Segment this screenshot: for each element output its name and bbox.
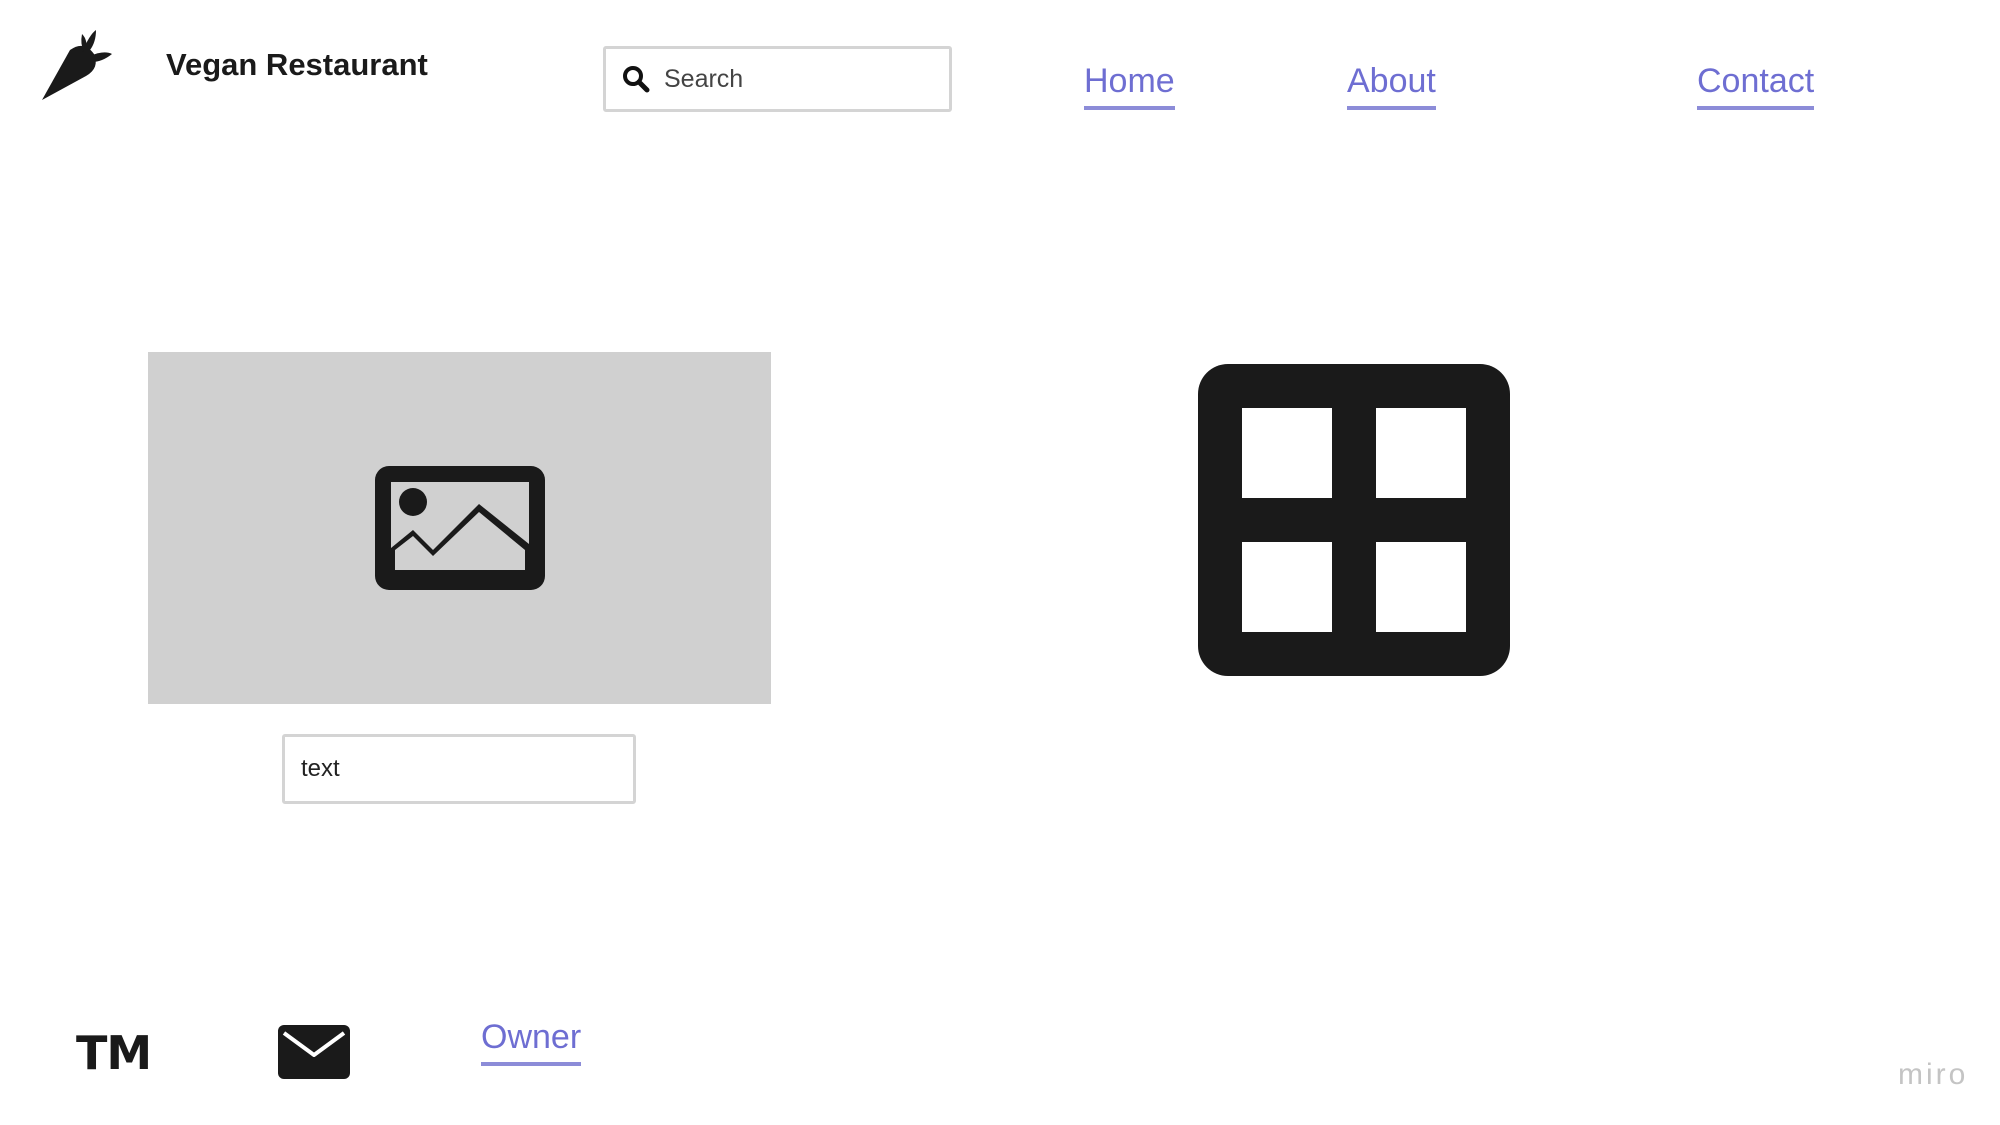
- brand-title: Vegan Restaurant: [166, 47, 428, 82]
- miro-watermark: miro: [1898, 1058, 1969, 1091]
- nav-about-link[interactable]: About: [1347, 63, 1436, 110]
- image-placeholder: [148, 352, 771, 704]
- image-icon: [374, 466, 545, 590]
- grid-icon: [1198, 364, 1510, 676]
- search-input[interactable]: [662, 63, 926, 95]
- mail-icon[interactable]: [278, 1025, 350, 1079]
- owner-link[interactable]: Owner: [481, 1019, 582, 1066]
- text-field[interactable]: [282, 734, 636, 804]
- search-icon: [623, 66, 650, 93]
- page: Vegan Restaurant Home About Contact TM O: [0, 0, 2000, 1125]
- trademark-icon: TM: [76, 1026, 152, 1080]
- search-box[interactable]: [603, 46, 952, 112]
- nav-contact-link[interactable]: Contact: [1697, 63, 1815, 110]
- carrot-icon[interactable]: [38, 28, 114, 104]
- nav-home-link[interactable]: Home: [1084, 63, 1175, 110]
